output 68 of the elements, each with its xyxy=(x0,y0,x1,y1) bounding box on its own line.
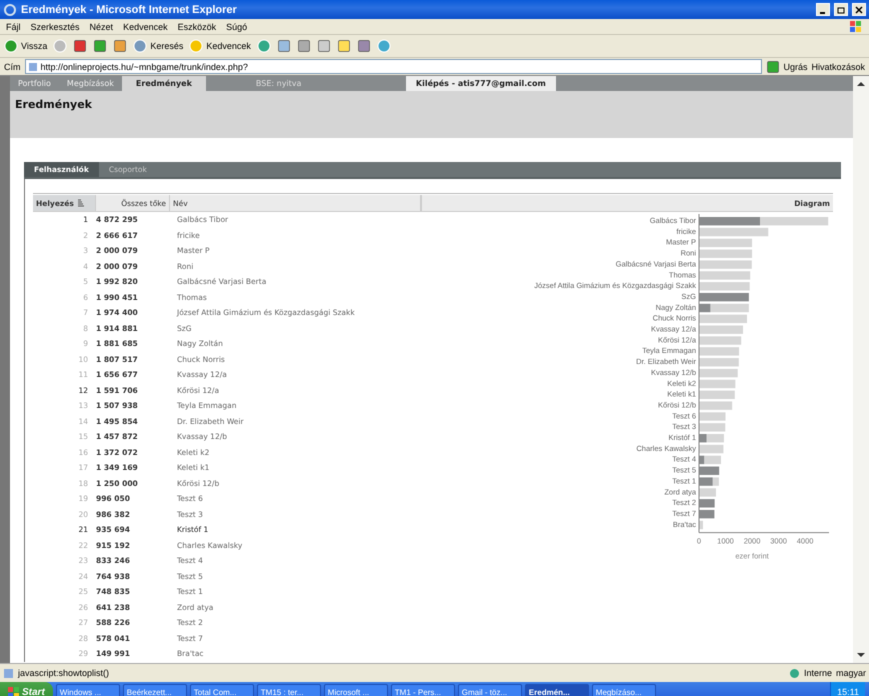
taskbar-button[interactable]: Megbízáso... xyxy=(592,684,656,696)
bar xyxy=(699,217,760,226)
bar xyxy=(699,488,716,497)
bar xyxy=(699,368,738,378)
menu-item[interactable]: Fájl xyxy=(6,22,21,32)
bar xyxy=(699,238,752,248)
taskbar-button[interactable]: TM1 - Pers... xyxy=(390,684,455,696)
globe-icon xyxy=(788,668,800,678)
close-icon[interactable] xyxy=(852,3,866,16)
search-button[interactable]: Keresés xyxy=(133,39,184,53)
bar xyxy=(699,314,748,324)
bar xyxy=(699,347,740,356)
clock: 15:11 xyxy=(830,682,865,696)
start-button[interactable]: Start xyxy=(0,682,53,696)
windows-logo-icon xyxy=(8,686,19,696)
bar xyxy=(699,390,735,399)
bar xyxy=(699,260,752,269)
taskbar-button[interactable]: TM15 : ter... xyxy=(256,684,321,696)
page-title: Eredmények xyxy=(15,98,93,111)
bar xyxy=(699,228,768,236)
language-indicator[interactable]: magyar xyxy=(836,668,866,678)
go-button[interactable]: Ugrás xyxy=(766,60,808,74)
menu-item[interactable]: Eszközök xyxy=(178,22,216,32)
sort-icon xyxy=(76,199,85,207)
favorites-button[interactable]: Kedvencek xyxy=(189,39,251,53)
menu-item[interactable]: Szerkesztés xyxy=(30,22,80,32)
windows-logo-icon xyxy=(849,20,863,33)
taskbar-button[interactable]: Eredmén... xyxy=(524,684,589,696)
taskbar-button[interactable]: Beérkezett... xyxy=(122,684,187,696)
page-icon xyxy=(3,668,14,678)
bar xyxy=(699,380,736,388)
bar xyxy=(760,217,828,226)
page-icon xyxy=(28,62,38,72)
bar xyxy=(699,250,752,258)
links-label[interactable]: Hivatkozások xyxy=(811,62,865,72)
menu-item[interactable]: Súgó xyxy=(226,22,248,32)
menu-item[interactable]: Kedvencek xyxy=(123,22,168,32)
taskbar-button[interactable]: Windows ... xyxy=(56,684,120,696)
scrollbar[interactable] xyxy=(853,76,869,663)
bar xyxy=(699,510,714,518)
logout-link[interactable]: Kilépés - atis777@gmail.com xyxy=(406,76,556,91)
bar xyxy=(699,423,726,432)
bar xyxy=(699,358,739,366)
bar xyxy=(699,520,703,530)
back-button[interactable]: Vissza xyxy=(4,39,48,53)
taskbar-button[interactable]: Gmail - töz... xyxy=(458,684,522,696)
bar xyxy=(699,401,732,410)
minimize-icon[interactable] xyxy=(816,3,830,16)
restore-icon[interactable] xyxy=(834,3,848,16)
window-title: Eredmények - Microsoft Internet Explorer xyxy=(21,4,238,16)
bar xyxy=(699,292,749,302)
bar xyxy=(699,336,742,345)
bar xyxy=(699,444,724,454)
address-label: Cím xyxy=(4,62,20,72)
bar xyxy=(699,271,750,280)
market-status: BSE: nyitva xyxy=(256,78,302,90)
bar xyxy=(699,326,744,334)
bar xyxy=(699,282,750,290)
menu-item[interactable]: Nézet xyxy=(90,22,114,32)
zone-text: Interne xyxy=(804,668,832,678)
address-field[interactable]: http://onlineprojects.hu/~mnbgame/trunk/index.php? xyxy=(24,59,762,74)
bar xyxy=(699,499,715,508)
nav-tab[interactable]: Eredmények xyxy=(122,76,206,91)
bar xyxy=(699,412,726,421)
bar xyxy=(699,466,720,475)
taskbar-button[interactable]: Microsoft ... xyxy=(324,684,388,696)
status-text: javascript:showtoplist() xyxy=(18,668,110,678)
taskbar-button[interactable]: Total Com... xyxy=(190,684,254,696)
